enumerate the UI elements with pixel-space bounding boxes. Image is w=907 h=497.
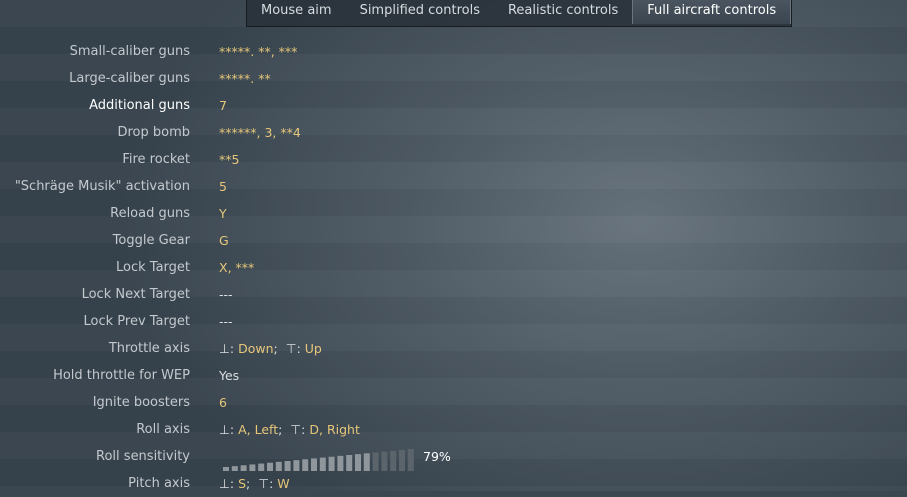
axis-up-binding: W [277, 476, 290, 491]
control-label: Throttle axis [108, 341, 190, 356]
control-label: Lock Next Target [81, 287, 190, 302]
control-binding[interactable]: *****. ** [219, 65, 271, 92]
control-label: Hold throttle for WEP [53, 368, 190, 383]
control-mode-tabs: Mouse aim Simplified controls Realistic … [246, 0, 793, 27]
axis-down-icon: ⊥: [219, 476, 235, 491]
slider-bar [363, 453, 370, 471]
axis-up-icon: ⊤: [290, 422, 306, 437]
slider-bar [372, 452, 379, 471]
axis-down-icon: ⊥: [219, 341, 235, 356]
control-row-additional-guns[interactable]: Additional guns 7 [0, 92, 907, 119]
control-label: Pitch axis [128, 476, 190, 491]
control-row-reload-guns[interactable]: Reload guns Y [0, 200, 907, 227]
slider-bar [390, 450, 397, 471]
control-label: Reload guns [110, 206, 190, 221]
control-binding[interactable]: 6 [219, 389, 227, 416]
control-binding[interactable]: --- [219, 308, 233, 335]
control-row-drop-bomb[interactable]: Drop bomb ******, 3, **4 [0, 119, 907, 146]
axis-binding[interactable]: ⊥: Down; ⊤: Up [219, 335, 322, 362]
control-row-hold-throttle-wep[interactable]: Hold throttle for WEP Yes [0, 362, 907, 389]
control-row-pitch-axis[interactable]: Pitch axis ⊥: S; ⊤: W [0, 470, 907, 497]
roll-sensitivity-percent: 79% [423, 449, 451, 464]
control-row-roll-axis[interactable]: Roll axis ⊥: A, Left; ⊤: D, Right [0, 416, 907, 443]
control-label: Roll sensitivity [96, 449, 190, 464]
tab-full-aircraft-controls[interactable]: Full aircraft controls [632, 0, 792, 24]
control-label: Large-caliber guns [69, 71, 190, 86]
slider-bar [355, 454, 361, 471]
control-label: "Schräge Musik" activation [14, 179, 190, 194]
axis-down-icon: ⊥: [219, 422, 235, 437]
control-row-lock-next-target[interactable]: Lock Next Target --- [0, 281, 907, 308]
control-label: Small-caliber guns [69, 44, 190, 59]
axis-down-binding: Down [238, 341, 274, 356]
axis-binding[interactable]: ⊥: S; ⊤: W [219, 470, 290, 497]
control-row-ignite-boosters[interactable]: Ignite boosters 6 [0, 389, 907, 416]
slider-bar [407, 449, 414, 471]
control-row-lock-target[interactable]: Lock Target X, *** [0, 254, 907, 281]
tab-simplified-controls[interactable]: Simplified controls [346, 0, 494, 24]
control-row-fire-rocket[interactable]: Fire rocket **5 [0, 146, 907, 173]
slider-bar [337, 455, 344, 471]
axis-down-binding: S [238, 476, 247, 491]
tab-realistic-controls[interactable]: Realistic controls [494, 0, 632, 24]
control-label: Lock Prev Target [83, 314, 191, 329]
control-binding[interactable]: ******, 3, **4 [219, 119, 301, 146]
axis-up-binding: Up [304, 341, 322, 356]
control-label: Additional guns [89, 98, 190, 113]
control-row-small-caliber-guns[interactable]: Small-caliber guns *****. **, *** [0, 38, 907, 65]
slider-bar [328, 456, 335, 471]
control-binding[interactable]: X, *** [219, 254, 254, 281]
control-label: Lock Target [116, 260, 190, 275]
axis-up-icon: ⊤: [258, 476, 274, 491]
control-row-roll-sensitivity[interactable]: Roll sensitivity 79% [0, 443, 907, 471]
control-label: Ignite boosters [92, 395, 190, 410]
axis-down-binding: A, Left [238, 422, 279, 437]
control-binding[interactable]: Yes [219, 362, 239, 389]
control-binding[interactable]: G [219, 227, 229, 254]
controls-list: Small-caliber guns *****. **, *** Large-… [0, 38, 907, 497]
control-label: Drop bomb [117, 125, 190, 140]
control-row-toggle-gear[interactable]: Toggle Gear G [0, 227, 907, 254]
control-binding[interactable]: *****. **, *** [219, 38, 297, 65]
control-binding[interactable]: 7 [219, 92, 227, 119]
slider-bar [346, 455, 353, 471]
control-row-large-caliber-guns[interactable]: Large-caliber guns *****. ** [0, 65, 907, 92]
control-row-schrage-musik[interactable]: "Schräge Musik" activation 5 [0, 173, 907, 200]
control-binding[interactable]: Y [219, 200, 227, 227]
control-label: Roll axis [136, 422, 190, 437]
control-binding[interactable]: --- [219, 281, 233, 308]
control-binding[interactable]: 5 [219, 173, 227, 200]
control-label: Toggle Gear [112, 233, 190, 248]
axis-up-icon: ⊤: [285, 341, 301, 356]
slider-bar [381, 451, 388, 471]
axis-binding[interactable]: ⊥: A, Left; ⊤: D, Right [219, 416, 360, 443]
axis-up-binding: D, Right [309, 422, 360, 437]
control-row-throttle-axis[interactable]: Throttle axis ⊥: Down; ⊤: Up [0, 335, 907, 362]
control-row-lock-prev-target[interactable]: Lock Prev Target --- [0, 308, 907, 335]
tab-mouse-aim[interactable]: Mouse aim [247, 0, 346, 24]
slider-bar [319, 457, 326, 471]
slider-bar [399, 449, 405, 471]
control-binding[interactable]: **5 [219, 146, 239, 173]
control-label: Fire rocket [122, 152, 190, 167]
